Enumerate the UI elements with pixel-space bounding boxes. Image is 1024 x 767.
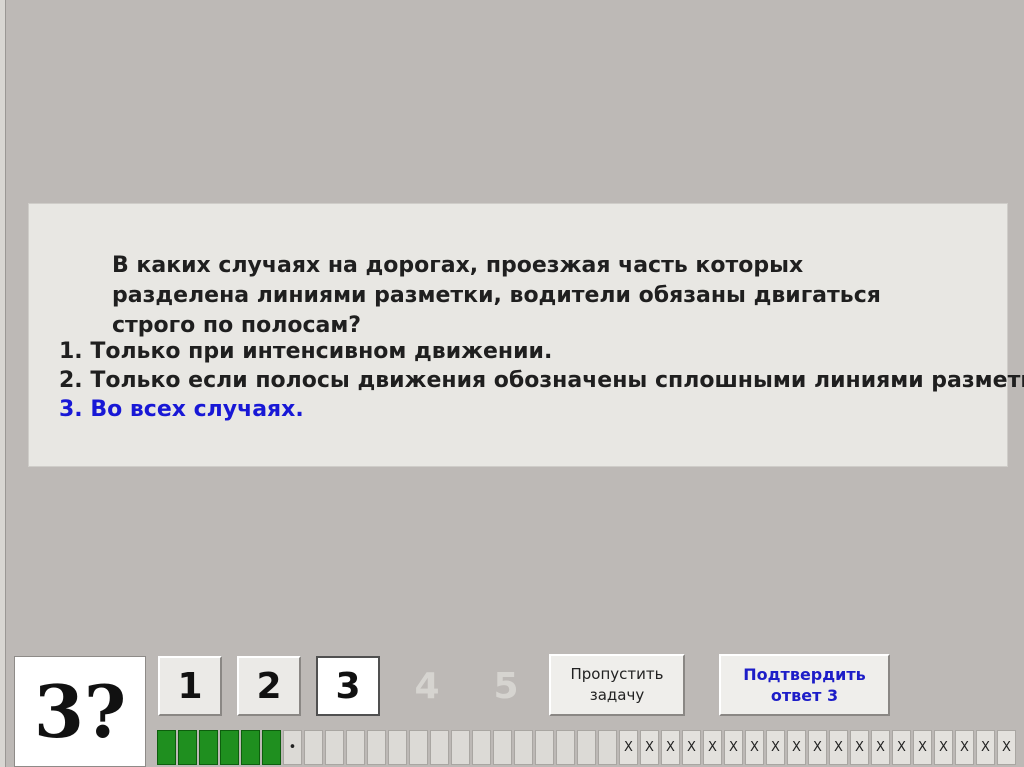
- progress-cell-pending: [304, 730, 323, 765]
- question-progress-bar: • X X X X X X X X X X X X X X X X X X X: [157, 730, 1018, 767]
- answer-option-2[interactable]: 2. Только если полосы движения обозначен…: [59, 366, 1024, 395]
- progress-cell-marked: X: [913, 730, 932, 765]
- progress-cell-pending: [451, 730, 470, 765]
- progress-cell-pending: [577, 730, 596, 765]
- progress-cell-current: •: [283, 730, 302, 765]
- progress-cell-answered: [157, 730, 176, 765]
- progress-cell-answered: [220, 730, 239, 765]
- progress-cell-marked: X: [808, 730, 827, 765]
- answer-button-3[interactable]: 3: [316, 656, 380, 716]
- progress-cell-pending: [388, 730, 407, 765]
- progress-cell-marked: X: [976, 730, 995, 765]
- progress-cell-pending: [514, 730, 533, 765]
- confirm-answer-button[interactable]: Подтвердить ответ 3: [719, 654, 890, 716]
- skip-button-label-line2: задачу: [589, 686, 645, 704]
- progress-cell-pending: [598, 730, 617, 765]
- progress-cell-pending: [325, 730, 344, 765]
- answer-button-2[interactable]: 2: [237, 656, 301, 716]
- progress-cell-pending: [535, 730, 554, 765]
- progress-cell-marked: X: [682, 730, 701, 765]
- progress-cell-marked: X: [934, 730, 953, 765]
- progress-cell-pending: [430, 730, 449, 765]
- skip-question-button[interactable]: Пропустить задачу: [549, 654, 685, 716]
- skip-button-label-line1: Пропустить: [570, 665, 664, 683]
- progress-cell-marked: X: [661, 730, 680, 765]
- answer-button-5: 5: [493, 665, 519, 707]
- confirm-button-label-line2: ответ 3: [770, 686, 839, 705]
- progress-cell-answered: [178, 730, 197, 765]
- progress-cell-pending: [472, 730, 491, 765]
- question-panel: В каких случаях на дорогах, проезжая час…: [28, 203, 1024, 467]
- answer-option-3[interactable]: 3. Во всех случаях.: [59, 395, 1004, 424]
- progress-cell-answered: [241, 730, 260, 765]
- window-edge: [0, 0, 6, 767]
- progress-cell-marked: X: [619, 730, 638, 765]
- progress-cell-marked: X: [640, 730, 659, 765]
- progress-cell-pending: [367, 730, 386, 765]
- progress-cell-marked: X: [766, 730, 785, 765]
- progress-cell-marked: X: [829, 730, 848, 765]
- progress-cell-marked: X: [955, 730, 974, 765]
- progress-cell-marked: X: [892, 730, 911, 765]
- answer-option-1[interactable]: 1. Только при интенсивном движении.: [59, 337, 1004, 366]
- answer-button-4: 4: [414, 665, 440, 707]
- progress-cell-answered: [199, 730, 218, 765]
- progress-cell-answered: [262, 730, 281, 765]
- progress-cell-marked: X: [997, 730, 1016, 765]
- question-text: В каких случаях на дорогах, проезжая час…: [112, 253, 881, 338]
- progress-cell-pending: [346, 730, 365, 765]
- progress-cell-marked: X: [871, 730, 890, 765]
- progress-cell-marked: X: [724, 730, 743, 765]
- answer-button-1[interactable]: 1: [158, 656, 222, 716]
- selected-answer-indicator: 3?: [14, 656, 146, 767]
- progress-cell-marked: X: [745, 730, 764, 765]
- progress-cell-pending: [493, 730, 512, 765]
- answer-list: 1. Только при интенсивном движении. 2. Т…: [59, 337, 1024, 424]
- progress-cell-marked: X: [787, 730, 806, 765]
- confirm-button-label-line1: Подтвердить: [743, 665, 866, 684]
- progress-cell-pending: [409, 730, 428, 765]
- progress-cell-marked: X: [703, 730, 722, 765]
- progress-cell-marked: X: [850, 730, 869, 765]
- progress-cell-pending: [556, 730, 575, 765]
